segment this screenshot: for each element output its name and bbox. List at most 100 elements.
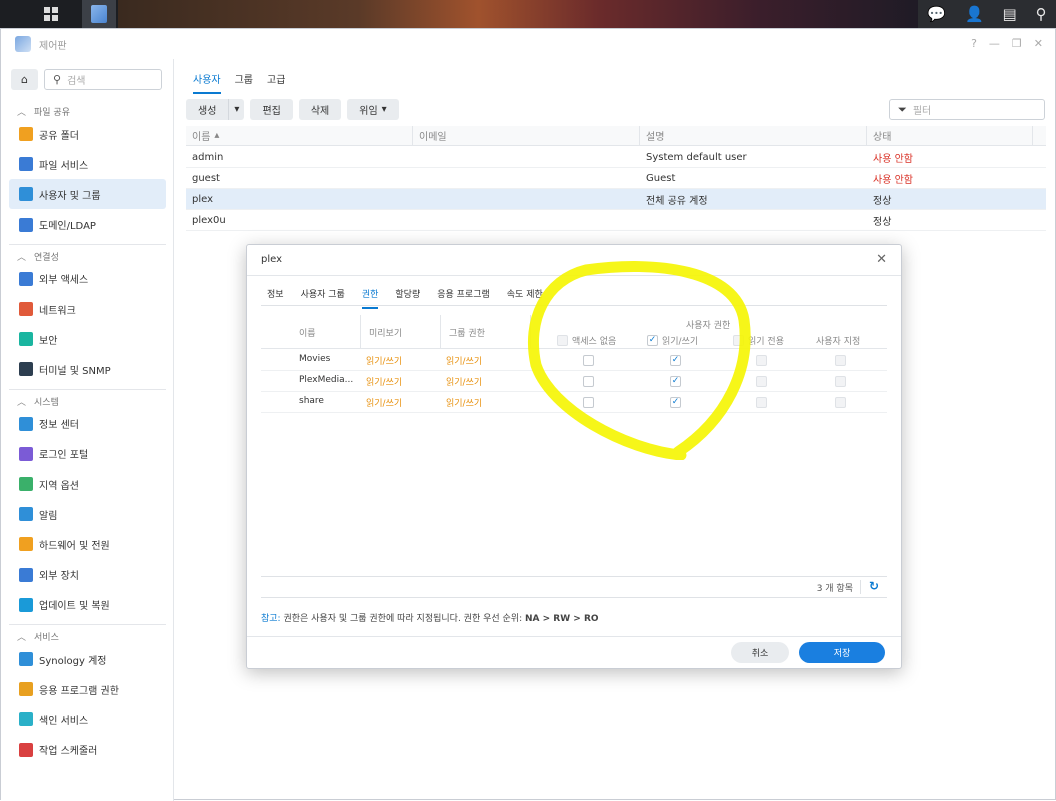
delegate-button[interactable]: 위임 ▾ [347,99,399,120]
sidebar-item[interactable]: Synology 계정 [9,644,166,674]
sidebar-item[interactable]: 보안 [9,324,166,354]
divider [247,275,901,276]
security-icon [19,332,33,347]
sidebar-section-header[interactable]: ︿ 연결성 [17,250,59,263]
sidebar-section-header[interactable]: ︿ 시스템 [17,395,59,408]
cancel-button[interactable]: 취소 [731,642,789,663]
tab-advanced[interactable]: 고급 [267,71,285,94]
share-name: Movies [299,354,331,364]
sidebar-item[interactable]: 네트워크 [9,294,166,324]
checkbox-rw[interactable]: ✓ [670,376,681,387]
header-read-write[interactable]: ✓ 읽기/쓰기 [647,334,698,347]
user-table-header: 이름 ▴ 이메일 설명 상태 [186,126,1046,146]
search-icon[interactable]: ⚲ [1036,5,1047,23]
cell-status: 정상 [873,195,892,207]
filter-input[interactable]: ⏷ 필터 [889,99,1045,120]
login-portal-icon [19,446,33,461]
close-icon[interactable]: ✕ [1034,37,1043,50]
sidebar-item-label: 지역 옵션 [39,480,79,492]
sidebar-item[interactable]: 외부 액세스 [9,264,166,294]
table-row[interactable]: plex 전체 공유 계정 정상 [186,189,1046,210]
sidebar-item[interactable]: 하드웨어 및 전원 [9,529,166,559]
home-button[interactable]: ⌂ [11,69,38,90]
preview-permission: 읽기/쓰기 [366,378,403,388]
sidebar-item-label: 응용 프로그램 권한 [39,685,119,697]
sidebar-section-header[interactable]: ︿ 파일 공유 [17,105,70,118]
checkbox-ro[interactable] [756,376,767,387]
header-custom[interactable]: 사용자 지정 [816,334,860,347]
sidebar-item[interactable]: 응용 프로그램 권한 [9,674,166,704]
chat-icon[interactable]: 💬 [927,5,946,23]
column-header-name[interactable]: 이름 ▴ [186,126,413,145]
sidebar-item[interactable]: 지역 옵션 [9,469,166,499]
checkbox[interactable] [733,335,744,346]
sidebar-item[interactable]: 색인 서비스 [9,704,166,734]
create-dropdown-button[interactable]: ▾ [228,99,245,120]
checkbox[interactable]: ✓ [647,335,658,346]
checkbox-custom[interactable] [835,376,846,387]
help-icon[interactable]: ? [971,37,977,50]
read-write-label: 읽기/쓰기 [662,337,699,347]
column-header-name[interactable]: 이름 [291,315,361,349]
delete-button[interactable]: 삭제 [298,99,342,120]
user-icon[interactable]: 👤 [965,5,984,23]
table-row[interactable]: plex0u 정상 [186,210,1046,231]
checkbox-ro[interactable] [756,355,767,366]
sidebar-item[interactable]: 파일 서비스 [9,149,166,179]
refresh-icon[interactable]: ↻ [869,579,879,593]
sidebar-item[interactable]: 사용자 및 그룹 [9,179,166,210]
sidebar-item[interactable]: 로그인 포털 [9,439,166,469]
checkbox-na[interactable] [583,376,594,387]
external-device-icon [19,567,33,582]
sidebar-item[interactable]: 외부 장치 [9,560,166,590]
checkbox-custom[interactable] [835,397,846,408]
sidebar-item[interactable]: 알림 [9,499,166,529]
main-menu-button[interactable] [36,0,66,28]
tab-groups[interactable]: 그룹 [235,71,253,94]
create-button[interactable]: 생성 [186,99,229,120]
header-read-only[interactable]: 읽기 전용 [733,334,784,347]
control-panel-task-button[interactable] [82,0,116,28]
dialog-title: plex [261,254,283,265]
widget-icon[interactable]: ▤ [1003,5,1017,23]
minimize-icon[interactable]: — [989,37,1000,50]
save-button[interactable]: 저장 [799,642,885,663]
sidebar-item[interactable]: 업데이트 및 복원 [9,590,166,620]
column-header-preview[interactable]: 미리보기 [361,315,441,349]
sidebar-item[interactable]: 정보 센터 [9,409,166,439]
checkbox-na[interactable] [583,355,594,366]
column-header-group-permission[interactable]: 그룹 권한 [441,315,531,349]
sidebar-item[interactable]: 공유 폴더 [9,119,166,149]
table-row[interactable]: guest Guest 사용 안함 [186,168,1046,189]
column-header-email[interactable]: 이메일 [413,126,640,145]
search-icon: ⚲ [53,73,62,86]
tab-users[interactable]: 사용자 [193,71,221,94]
chevron-up-icon: ︿ [17,108,27,118]
domain-icon [19,217,33,232]
sidebar-item[interactable]: 도메인/LDAP [9,210,166,240]
caret-down-icon: ▾ [234,104,240,115]
permission-row[interactable]: share 읽기/쓰기 읽기/쓰기 ✓ [261,392,887,413]
checkbox-ro[interactable] [756,397,767,408]
checkbox-na[interactable] [583,397,594,408]
checkbox-rw[interactable]: ✓ [670,397,681,408]
restore-icon[interactable]: ❐ [1012,37,1022,50]
permission-row[interactable]: PlexMedia... 읽기/쓰기 읽기/쓰기 ✓ [261,371,887,392]
search-placeholder: 검색 [67,76,86,87]
column-header-status[interactable]: 상태 [867,126,1033,145]
checkbox-custom[interactable] [835,355,846,366]
header-no-access[interactable]: 액세스 없음 [557,334,616,347]
table-row[interactable]: admin System default user 사용 안함 [186,147,1046,168]
sidebar-item[interactable]: 작업 스케줄러 [9,735,166,765]
item-count: 3 개 항목 [816,584,853,594]
dialog-close-icon[interactable]: ✕ [876,252,887,267]
permission-row[interactable]: Movies 읽기/쓰기 읽기/쓰기 ✓ [261,350,887,371]
checkbox-rw[interactable]: ✓ [670,355,681,366]
sidebar-section-header[interactable]: ︿ 서비스 [17,630,59,643]
sidebar-item[interactable]: 터미널 및 SNMP [9,354,166,384]
checkbox[interactable] [557,335,568,346]
column-header-description[interactable]: 설명 [640,126,867,145]
search-input[interactable]: ⚲ 검색 [44,69,162,90]
app-privilege-icon [19,682,33,697]
edit-button[interactable]: 편집 [250,99,293,120]
